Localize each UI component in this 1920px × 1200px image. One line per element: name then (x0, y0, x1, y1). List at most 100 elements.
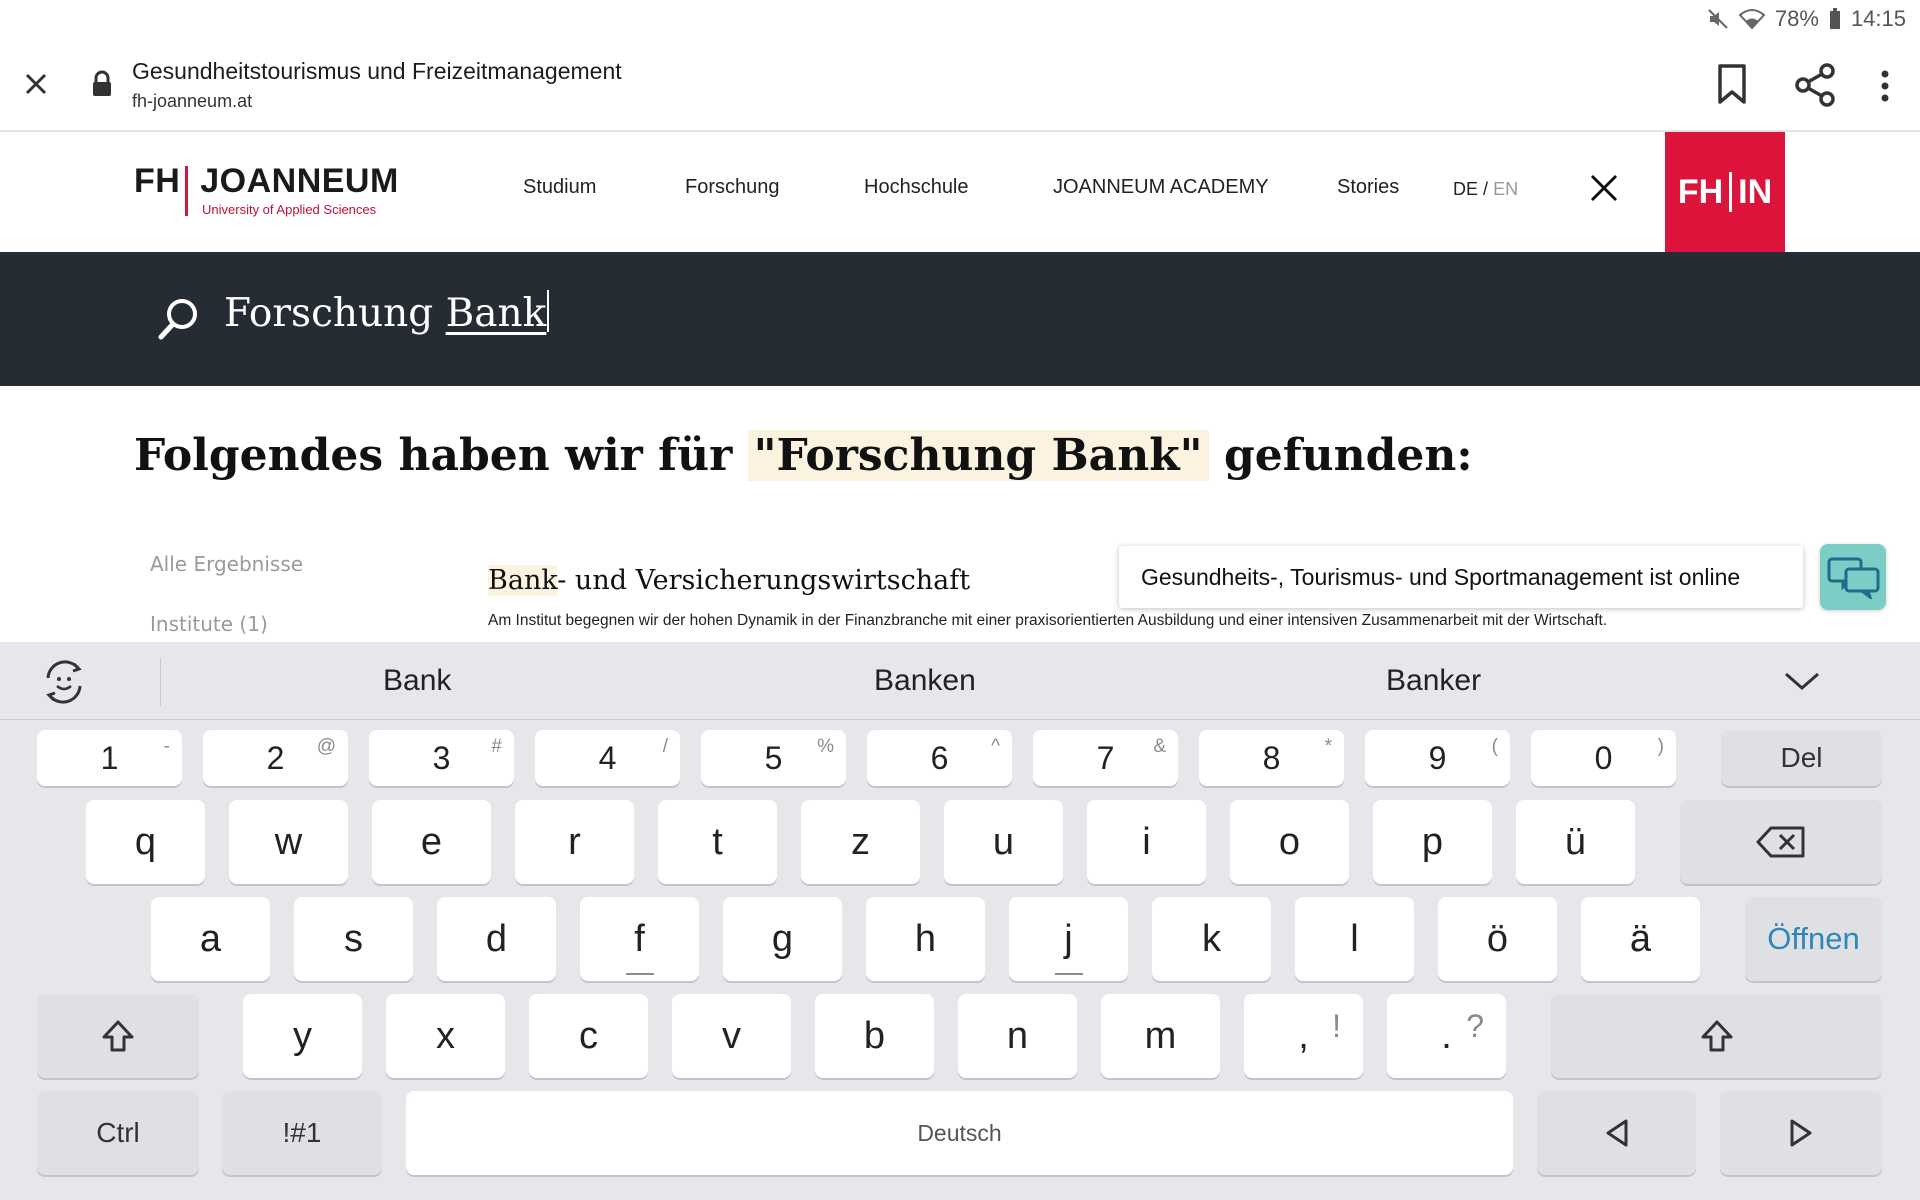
key-ae[interactable]: ä (1581, 897, 1700, 981)
fhin-divider (1729, 172, 1733, 212)
key-n[interactable]: n (958, 994, 1077, 1078)
key-j[interactable]: j (1009, 897, 1128, 981)
key-d[interactable]: d (437, 897, 556, 981)
ctrl-key[interactable]: Ctrl (37, 1091, 199, 1175)
key-h[interactable]: h (866, 897, 985, 981)
space-bar[interactable]: Deutsch (406, 1091, 1513, 1175)
shift-right-icon[interactable] (1551, 994, 1882, 1078)
filter-institutes[interactable]: Institute (1) (150, 612, 268, 636)
page-url[interactable]: fh-joanneum.at (132, 91, 252, 112)
result-title[interactable]: Bank- und Versicherungswirtschaft (488, 565, 970, 596)
share-icon[interactable] (1792, 62, 1838, 108)
nav-stories[interactable]: Stories (1337, 176, 1399, 199)
chevron-down-icon[interactable] (1782, 666, 1822, 696)
key-f[interactable]: f (580, 897, 699, 981)
search-bar: Forschung Bank (0, 252, 1920, 386)
nav-hochschule[interactable]: Hochschule (864, 176, 969, 199)
arrow-right-icon[interactable] (1720, 1091, 1882, 1175)
key-q[interactable]: q (86, 800, 205, 884)
key-8[interactable]: 8 * (1199, 730, 1344, 786)
delete-key[interactable]: Del (1721, 730, 1882, 786)
key-7[interactable]: 7 & (1033, 730, 1178, 786)
key-4[interactable]: 4/ (535, 730, 680, 786)
language-switcher: DE / EN (1453, 179, 1518, 200)
browser-toolbar: Gesundheitstourismus und Freizeitmanagem… (0, 38, 1920, 132)
nav-joanneum-academy[interactable]: JOANNEUM ACADEMY (1053, 176, 1269, 199)
key-9[interactable]: 9( (1365, 730, 1510, 786)
key-2[interactable]: 2 @ (203, 730, 348, 786)
lock-icon (90, 70, 114, 98)
key-u[interactable]: u (944, 800, 1063, 884)
logo-subtitle: University of Applied Sciences (202, 202, 377, 217)
key-s[interactable]: s (294, 897, 413, 981)
key-x[interactable]: x (386, 994, 505, 1078)
key-c[interactable]: c (529, 994, 648, 1078)
key-t[interactable]: t (658, 800, 777, 884)
bookmark-icon[interactable] (1712, 60, 1752, 108)
key-0[interactable]: 0) (1531, 730, 1676, 786)
chat-toast[interactable]: Gesundheits-, Tourismus- und Sportmanage… (1119, 546, 1803, 608)
filter-all-results[interactable]: Alle Ergebnisse (150, 552, 303, 576)
result-description: Am Institut begegnen wir der hohen Dynam… (488, 612, 1608, 629)
search-input[interactable]: Forschung Bank (224, 290, 550, 336)
wifi-icon (1738, 8, 1765, 30)
key-b[interactable]: b (815, 994, 934, 1078)
key-ue[interactable]: ü (1516, 800, 1635, 884)
key-3[interactable]: 3 # (369, 730, 514, 786)
suggestion-1[interactable]: Bank (383, 664, 451, 698)
key-comma[interactable]: ,! (1244, 994, 1363, 1078)
key-a[interactable]: a (151, 897, 270, 981)
key-g[interactable]: g (723, 897, 842, 981)
key-v[interactable]: v (672, 994, 791, 1078)
key-i[interactable]: i (1087, 800, 1206, 884)
key-p[interactable]: p (1373, 800, 1492, 884)
key-6[interactable]: 6 ^ (867, 730, 1012, 786)
lang-de[interactable]: DE (1453, 179, 1478, 199)
nav-forschung[interactable]: Forschung (685, 176, 780, 199)
key-5[interactable]: 5% (701, 730, 846, 786)
close-tab-icon[interactable] (18, 66, 54, 102)
suggestion-bar: Bank Banken Banker (0, 642, 1920, 720)
key-e[interactable]: e (372, 800, 491, 884)
key-1[interactable]: 1- (37, 730, 182, 786)
symbols-key[interactable]: !#1 (222, 1091, 382, 1175)
key-o[interactable]: o (1230, 800, 1349, 884)
key-period[interactable]: .? (1387, 994, 1506, 1078)
key-z[interactable]: z (801, 800, 920, 884)
nav-studium[interactable]: Studium (523, 176, 596, 199)
more-options-icon[interactable] (1872, 66, 1898, 106)
emoji-icon[interactable] (40, 658, 88, 706)
fhin-right: IN (1738, 172, 1773, 211)
close-search-icon[interactable] (1588, 172, 1620, 204)
arrow-left-icon[interactable] (1537, 1091, 1696, 1175)
chat-icon[interactable] (1820, 544, 1886, 610)
result-title-highlight: Bank (488, 565, 558, 596)
lang-en[interactable]: EN (1493, 179, 1518, 199)
key-r[interactable]: r (515, 800, 634, 884)
backspace-icon[interactable] (1680, 800, 1882, 884)
results-heading: Folgendes haben wir für "Forschung Bank"… (134, 430, 1473, 481)
key-oe[interactable]: ö (1438, 897, 1557, 981)
suggestion-2[interactable]: Banken (874, 664, 976, 698)
battery-percent: 78% (1774, 6, 1819, 31)
status-icons: 78% 14:15 (1707, 6, 1906, 32)
mute-icon (1707, 8, 1729, 30)
key-y[interactable]: y (243, 994, 362, 1078)
fh-in-button[interactable]: FH IN (1665, 132, 1785, 252)
key-k[interactable]: k (1152, 897, 1271, 981)
clock: 14:15 (1850, 6, 1906, 31)
home-key-mark (1054, 973, 1083, 975)
logo-wordmark: FH JOANNEUM (134, 162, 399, 200)
fh-joanneum-logo[interactable]: FH JOANNEUM University of Applied Scienc… (134, 162, 398, 222)
key-m[interactable]: m (1101, 994, 1220, 1078)
site-header: FH JOANNEUM University of Applied Scienc… (0, 132, 1920, 252)
text-caret (547, 290, 550, 332)
search-icon[interactable] (156, 296, 202, 342)
shift-left-icon[interactable] (37, 994, 199, 1078)
suggestion-3[interactable]: Banker (1386, 664, 1481, 698)
key-w[interactable]: w (229, 800, 348, 884)
open-button[interactable]: Öffnen (1745, 897, 1882, 981)
status-bar: 78% 14:15 (0, 0, 1920, 38)
key-l[interactable]: l (1295, 897, 1414, 981)
onscreen-keyboard: Bank Banken Banker 1- 2 @ 3 # 4/ 5% 6 ^ 7 & … (0, 642, 1920, 1200)
